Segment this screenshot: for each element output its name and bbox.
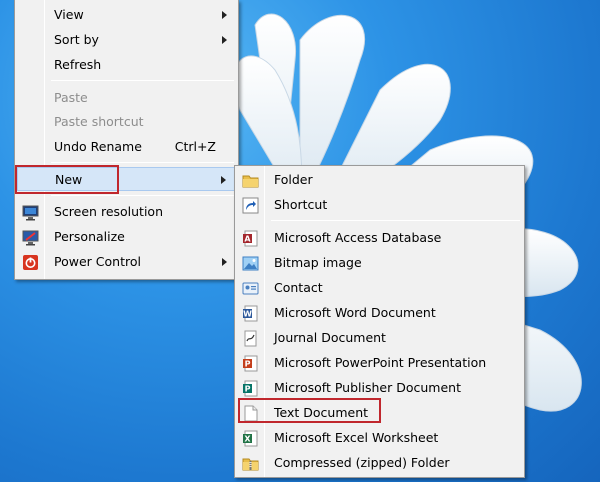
bitmap-icon	[242, 255, 259, 272]
new-item-contact[interactable]: Contact	[237, 276, 522, 300]
menu-item-label: Text Document	[274, 405, 369, 420]
menu-item-label: Compressed (zipped) Folder	[274, 455, 450, 470]
menu-item-label: Power Control	[54, 254, 141, 269]
menu-item-label: Refresh	[54, 57, 102, 72]
menu-separator	[51, 195, 234, 196]
new-item-compressed-folder[interactable]: Compressed (zipped) Folder	[237, 451, 522, 475]
menu-item-label: Folder	[274, 172, 313, 187]
menu-item-label: Paste shortcut	[54, 114, 144, 129]
menu-item-screen-resolution[interactable]: Screen resolution	[17, 200, 236, 224]
menu-item-label: Personalize	[54, 229, 125, 244]
menu-item-label: Contact	[274, 280, 323, 295]
menu-item-label: Screen resolution	[54, 204, 164, 219]
new-submenu: Folder Shortcut A Microsoft Access Datab…	[234, 165, 525, 478]
svg-text:P: P	[245, 385, 251, 394]
menu-item-new[interactable]: New	[17, 167, 236, 191]
powerpoint-icon: P	[242, 355, 259, 372]
svg-text:X: X	[244, 435, 251, 444]
svg-text:A: A	[244, 235, 251, 244]
journal-icon	[242, 330, 259, 347]
submenu-arrow-icon	[222, 258, 227, 266]
menu-item-label: Microsoft Word Document	[274, 305, 436, 320]
new-item-journal-document[interactable]: Journal Document	[237, 326, 522, 350]
menu-item-label: Sort by	[54, 32, 99, 47]
menu-item-personalize[interactable]: Personalize	[17, 225, 236, 249]
new-item-word-document[interactable]: W Microsoft Word Document	[237, 301, 522, 325]
menu-item-label: Paste	[54, 90, 88, 105]
screen-resolution-icon	[22, 204, 39, 221]
personalize-icon	[22, 229, 39, 246]
new-item-bitmap-image[interactable]: Bitmap image	[237, 251, 522, 275]
menu-item-paste-shortcut[interactable]: Paste shortcut	[17, 110, 236, 134]
menu-item-shortcut: Ctrl+Z	[174, 139, 216, 154]
new-item-shortcut[interactable]: Shortcut	[237, 193, 522, 217]
new-item-excel-worksheet[interactable]: X Microsoft Excel Worksheet	[237, 426, 522, 450]
menu-item-label: Microsoft Access Database	[274, 230, 442, 245]
shortcut-icon	[242, 197, 259, 214]
menu-item-label: Undo Rename	[54, 139, 142, 154]
power-control-icon	[22, 254, 39, 271]
new-item-folder[interactable]: Folder	[237, 168, 522, 192]
word-icon: W	[242, 305, 259, 322]
menu-item-label: New	[55, 172, 83, 187]
svg-text:W: W	[243, 310, 252, 319]
svg-text:P: P	[245, 360, 251, 369]
menu-item-label: Microsoft Publisher Document	[274, 380, 461, 395]
new-item-access-database[interactable]: A Microsoft Access Database	[237, 226, 522, 250]
menu-separator	[271, 220, 520, 221]
menu-item-label: View	[54, 7, 84, 22]
menu-item-refresh[interactable]: Refresh	[17, 53, 236, 77]
zip-folder-icon	[242, 455, 259, 472]
submenu-arrow-icon	[222, 36, 227, 44]
menu-item-sort-by[interactable]: Sort by	[17, 28, 236, 52]
menu-separator	[51, 162, 234, 163]
submenu-arrow-icon	[222, 11, 227, 19]
new-item-powerpoint-presentation[interactable]: P Microsoft PowerPoint Presentation	[237, 351, 522, 375]
text-document-icon	[242, 405, 259, 422]
new-item-publisher-document[interactable]: P Microsoft Publisher Document	[237, 376, 522, 400]
access-icon: A	[242, 230, 259, 247]
menu-item-label: Microsoft Excel Worksheet	[274, 430, 439, 445]
excel-icon: X	[242, 430, 259, 447]
menu-item-label: Shortcut	[274, 197, 328, 212]
contact-icon	[242, 280, 259, 297]
menu-item-paste[interactable]: Paste	[17, 86, 236, 110]
folder-icon	[242, 172, 259, 189]
publisher-icon: P	[242, 380, 259, 397]
menu-item-view[interactable]: View	[17, 3, 236, 27]
desktop-context-menu: View Sort by Refresh Paste Paste shortcu…	[14, 0, 239, 280]
menu-item-power-control[interactable]: Power Control	[17, 250, 236, 274]
menu-separator	[51, 80, 234, 81]
menu-item-label: Microsoft PowerPoint Presentation	[274, 355, 487, 370]
menu-item-label: Bitmap image	[274, 255, 362, 270]
submenu-arrow-icon	[221, 176, 226, 184]
new-item-text-document[interactable]: Text Document	[237, 401, 522, 425]
menu-item-undo-rename[interactable]: Undo Rename Ctrl+Z	[17, 135, 236, 159]
menu-item-label: Journal Document	[274, 330, 386, 345]
